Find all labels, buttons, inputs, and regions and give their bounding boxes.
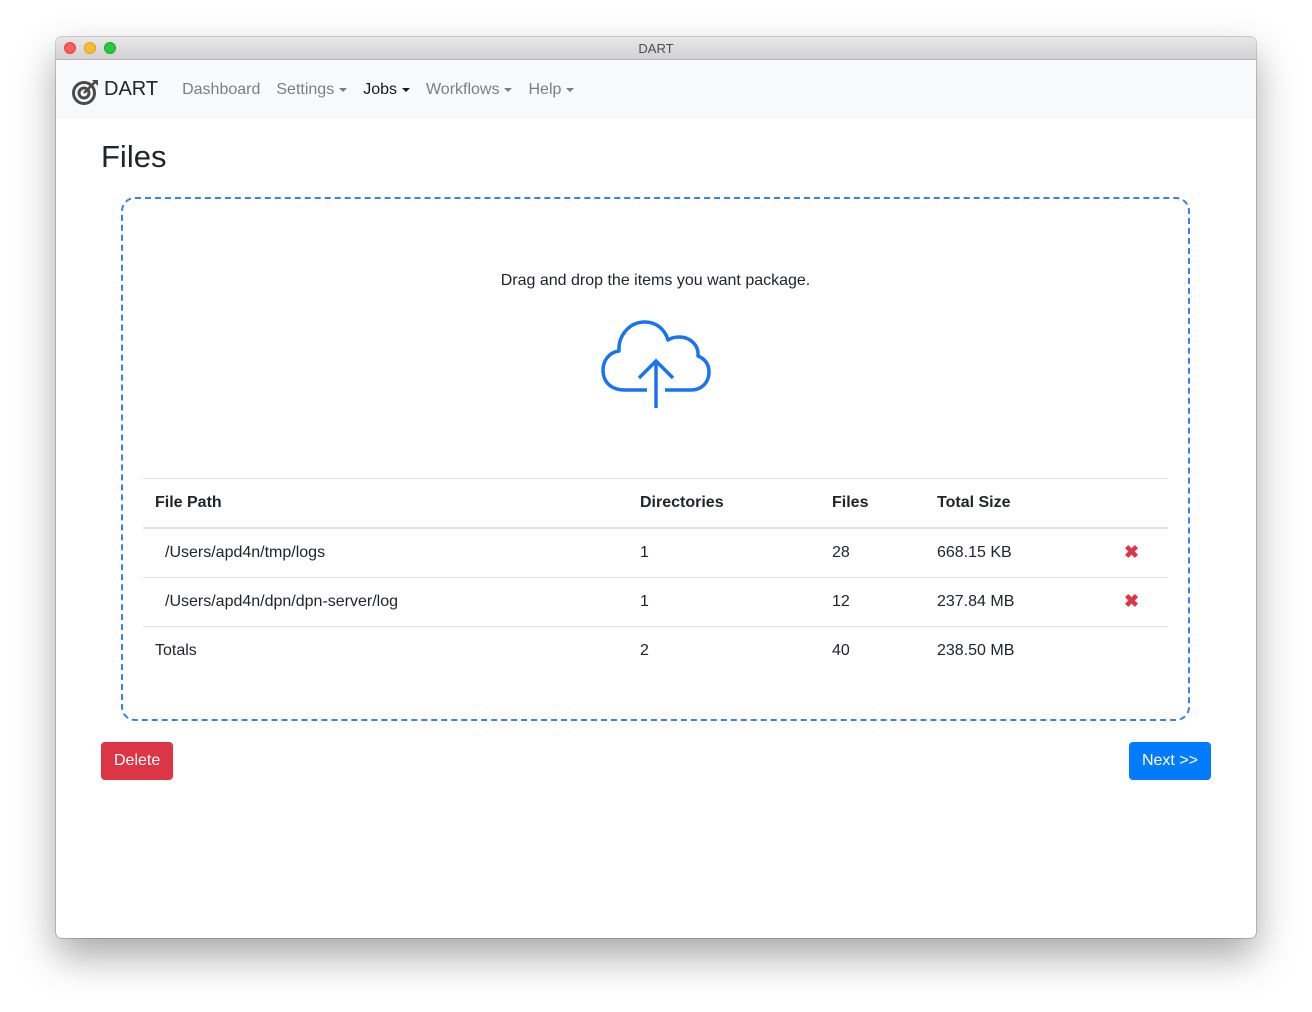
totals-directories: 2	[628, 625, 820, 675]
dropzone-instructions: Drag and drop the items you want package…	[500, 272, 811, 289]
table-header-row: File Path Directories Files Total Size	[143, 478, 1168, 529]
totals-row: Totals 2 40 238.50 MB	[143, 625, 1168, 675]
nav-settings-label: Settings	[276, 80, 335, 98]
nav-settings[interactable]: Settings	[276, 80, 348, 99]
directories-cell: 1	[640, 543, 649, 561]
directories-cell: 1	[628, 576, 820, 626]
maximize-window-button[interactable]	[104, 42, 116, 54]
remove-row-icon[interactable]: ✖	[1095, 576, 1168, 626]
chevron-down-icon	[339, 87, 348, 92]
chevron-down-icon	[566, 87, 575, 92]
file-dropzone[interactable]: Drag and drop the items you want package…	[121, 197, 1190, 721]
table-row: /Users/apd4n/tmp/logs 1 28 668.15 KB ✖	[143, 528, 1168, 577]
window-title: DART	[638, 41, 674, 56]
minimize-window-button[interactable]	[84, 42, 96, 54]
files-cell: 28	[832, 543, 850, 561]
close-window-button[interactable]	[64, 42, 76, 54]
col-file-path[interactable]: File Path	[143, 478, 628, 529]
target-icon	[72, 79, 98, 105]
main-content: Files Drag and drop the items you want p…	[56, 119, 1256, 798]
navbar: DART Dashboard Settings Jobs Workflows H…	[56, 60, 1256, 119]
remove-row-icon[interactable]: ✖	[1095, 528, 1168, 577]
cloud-upload-icon	[600, 320, 711, 408]
file-path-cell: /Users/apd4n/dpn/dpn-server/log	[143, 576, 628, 626]
next-button[interactable]: Next >>	[1128, 742, 1211, 780]
chevron-down-icon	[401, 87, 410, 92]
col-directories[interactable]: Directories	[628, 478, 820, 529]
app-window: DART DART Dashboard Settings Jobs Workfl…	[56, 37, 1256, 938]
col-actions	[1095, 478, 1168, 529]
files-cell: 12	[820, 576, 925, 626]
title-bar: DART	[56, 37, 1256, 60]
nav-help-label: Help	[528, 80, 562, 98]
nav-help[interactable]: Help	[528, 80, 575, 99]
col-total-size[interactable]: Total Size	[925, 478, 1095, 529]
col-files[interactable]: Files	[820, 478, 925, 529]
files-table: File Path Directories Files Total Size /…	[143, 478, 1168, 675]
brand-name: DART	[104, 78, 159, 100]
nav-dashboard[interactable]: Dashboard	[182, 81, 260, 99]
brand[interactable]: DART	[72, 74, 158, 106]
nav-jobs-label: Jobs	[363, 80, 397, 98]
file-path-cell: /Users/apd4n/tmp/logs	[165, 543, 326, 561]
nav-workflows-label: Workflows	[425, 80, 500, 98]
page-title: Files	[101, 139, 167, 174]
delete-button[interactable]: Delete	[101, 742, 174, 780]
totals-label: Totals	[143, 625, 628, 675]
totals-size: 238.50 MB	[925, 625, 1095, 675]
nav-jobs[interactable]: Jobs	[363, 81, 410, 99]
size-cell: 237.84 MB	[925, 576, 1095, 626]
nav-dashboard-label: Dashboard	[182, 80, 261, 98]
totals-files: 40	[820, 625, 925, 675]
size-cell: 668.15 KB	[937, 543, 1012, 561]
totals-empty	[1095, 625, 1168, 675]
action-buttons: Delete Next >>	[101, 742, 1211, 780]
nav-workflows[interactable]: Workflows	[426, 81, 513, 99]
table-row: /Users/apd4n/dpn/dpn-server/log 1 12 237…	[143, 576, 1168, 626]
chevron-down-icon	[504, 87, 513, 92]
